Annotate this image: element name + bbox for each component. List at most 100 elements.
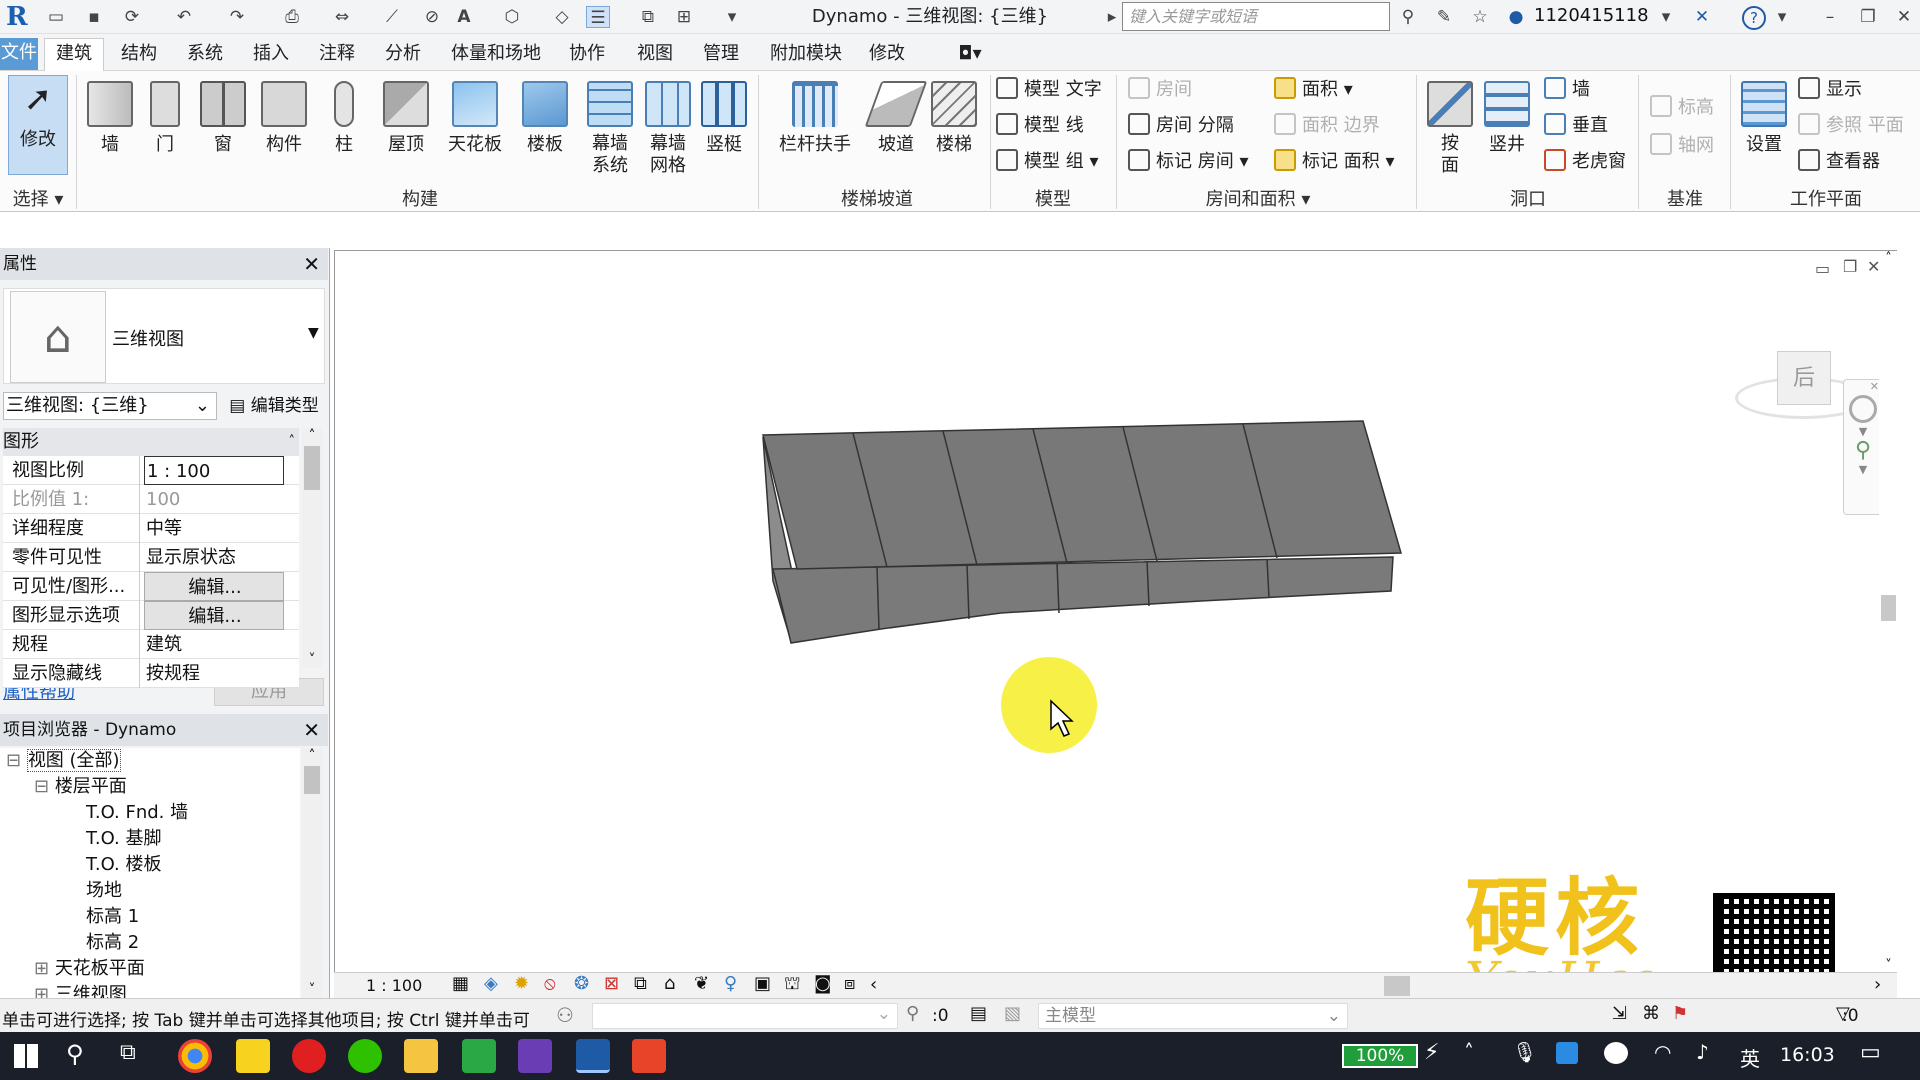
title-arrow-icon[interactable]: ▸	[1100, 6, 1124, 28]
browser-scrollbar[interactable]: ˄ ˅	[302, 748, 322, 998]
measure-icon[interactable]: ⇔	[330, 6, 354, 28]
canvas-scroll-down-icon[interactable]: ˅	[1879, 958, 1898, 973]
wifi-icon[interactable]: ◠	[1654, 1040, 1671, 1064]
volume-icon[interactable]: ♪	[1696, 1040, 1709, 1064]
tab-annotate[interactable]: 注释	[312, 39, 362, 69]
canvas-vscrollbar[interactable]: ˄ ˅	[1879, 251, 1898, 973]
restore-icon[interactable]: ❐	[1856, 6, 1880, 28]
browser-tree-item[interactable]: 场地	[86, 878, 122, 904]
railing-button[interactable]: 栏杆扶手	[770, 81, 860, 157]
room-separator-button[interactable]: 房间 分隔	[1128, 111, 1234, 141]
section-graphics-header[interactable]: 图形 ˄	[3, 428, 299, 456]
section-icon[interactable]: ◇	[550, 6, 574, 28]
tab-insert[interactable]: 插入	[246, 39, 296, 69]
revit-taskbar-icon[interactable]	[576, 1039, 610, 1073]
vertical-opening-button[interactable]: 垂直	[1544, 111, 1608, 141]
tab-structure[interactable]: 结构	[114, 39, 164, 69]
tab-view[interactable]: 视图	[630, 39, 680, 69]
wheel-dropdown-icon[interactable]: ▼	[1844, 425, 1882, 438]
notification-icon[interactable]: ▭	[1860, 1040, 1881, 1065]
worksharing-icon[interactable]: ⛫	[784, 973, 801, 997]
hscroll-left-icon[interactable]: ‹	[870, 974, 877, 995]
zoom-dropdown-icon[interactable]: ▼	[1844, 463, 1882, 476]
design-option-dropdown[interactable]: 主模型 ⌄	[1038, 1003, 1348, 1029]
select-pinned-icon[interactable]: ⚑	[1672, 1003, 1688, 1024]
wechat-icon[interactable]	[348, 1039, 382, 1073]
temp-hide-icon[interactable]: ❦	[694, 973, 709, 994]
minimize-icon[interactable]: –	[1818, 6, 1842, 28]
sync-icon[interactable]: ⟳	[120, 6, 144, 28]
roof-button[interactable]: 屋顶	[378, 81, 434, 157]
property-edit-button[interactable]: 编辑...	[144, 572, 284, 601]
undo-icon[interactable]: ↶	[172, 6, 196, 28]
component-button[interactable]: 构件	[256, 81, 312, 157]
close-icon[interactable]: ✕	[1892, 6, 1916, 28]
wall-opening-button[interactable]: 墙	[1544, 75, 1590, 105]
viewcube[interactable]: 后	[1735, 341, 1871, 431]
thin-lines-icon[interactable]: ☰	[586, 6, 610, 28]
set-workplane-button[interactable]: 设置	[1736, 81, 1792, 157]
room-button[interactable]: 房间	[1128, 75, 1192, 105]
curtain-system-button[interactable]: 幕墙 系统	[580, 81, 640, 177]
browser-tree-item[interactable]: T.O. 楼板	[86, 852, 161, 878]
group-select-label[interactable]: 选择 ▾	[6, 185, 70, 211]
shadows-icon[interactable]: ⦸	[544, 973, 556, 994]
save-icon[interactable]: ▪	[82, 6, 106, 28]
workset-dropdown[interactable]: ⌄	[592, 1003, 898, 1029]
file-explorer-icon[interactable]	[404, 1039, 438, 1073]
tab-modify[interactable]: 修改	[862, 39, 912, 69]
editable-only-icon[interactable]: ▤	[970, 1003, 987, 1024]
tray-expand-icon[interactable]: ˄	[1464, 1040, 1474, 1064]
wall-button[interactable]: 墙	[82, 81, 138, 157]
canvas-scroll-up-icon[interactable]: ˄	[1879, 251, 1898, 266]
crop-icon[interactable]: ⊠	[604, 973, 619, 994]
type-dropdown-icon[interactable]: ▼	[308, 325, 319, 341]
3d-view-icon[interactable]: ⬡	[500, 6, 524, 28]
help-button[interactable]: ?	[1742, 6, 1766, 30]
input-language[interactable]: 英	[1740, 1043, 1760, 1072]
stair-button[interactable]: 楼梯	[924, 81, 984, 157]
ramp-button[interactable]: 坡道	[864, 81, 928, 157]
ceiling-button[interactable]: 天花板	[440, 81, 510, 157]
start-icon[interactable]	[14, 1044, 38, 1068]
binoculars-icon[interactable]: ⚲	[1396, 6, 1420, 28]
tab-architecture[interactable]: 建筑	[44, 38, 104, 72]
temp-props-icon[interactable]: ▣	[754, 973, 771, 994]
print-icon[interactable]: ⎙	[280, 6, 304, 28]
tab-systems[interactable]: 系统	[180, 39, 230, 69]
ref-plane-button[interactable]: 参照 平面	[1798, 111, 1904, 141]
zoom-icon[interactable]: ⚲	[1844, 438, 1882, 463]
shaft-button[interactable]: 竖井	[1480, 81, 1534, 157]
property-edit-button[interactable]: 编辑...	[144, 601, 284, 630]
property-value[interactable]: 1 : 100	[144, 456, 284, 485]
visual-style-icon[interactable]: ◈	[484, 973, 498, 994]
nav-close-icon[interactable]: ✕	[1844, 380, 1882, 393]
dimension-icon[interactable]: ⟋	[380, 6, 404, 28]
tag-icon[interactable]: ⊘	[420, 6, 444, 28]
user-dropdown-icon[interactable]: ▾	[1654, 6, 1678, 28]
exchange-icon[interactable]: ✕	[1690, 6, 1714, 28]
text-icon[interactable]: A	[452, 6, 476, 28]
lock-view-icon[interactable]: ⌂	[664, 973, 675, 994]
model-text-button[interactable]: 模型 文字	[996, 75, 1102, 105]
browser-close-icon[interactable]: ✕	[303, 714, 320, 746]
redo-icon[interactable]: ↷	[225, 6, 249, 28]
grid-button[interactable]: 轴网	[1650, 131, 1714, 161]
app-tray-icon[interactable]	[1556, 1042, 1578, 1064]
tab-massing[interactable]: 体量和场地	[446, 39, 546, 69]
expand-node-icon[interactable]: ⊞	[34, 958, 55, 979]
roof-model[interactable]	[335, 251, 1565, 973]
hscroll-right-icon[interactable]: ›	[1874, 974, 1881, 995]
group-rooms-label[interactable]: 房间和面积 ▾	[1118, 185, 1398, 211]
detail-level-icon[interactable]: ▦	[452, 973, 469, 994]
design-options-icon[interactable]: ▧	[1004, 1003, 1021, 1024]
curtain-grid-button[interactable]: 幕墙 网格	[638, 81, 698, 177]
press-drag-icon[interactable]: ⚲	[906, 1003, 919, 1024]
collapse-node-icon[interactable]: ⊟	[34, 776, 55, 797]
browser-tree-item[interactable]: T.O. Fnd. 墙	[86, 800, 188, 826]
area-boundary-button[interactable]: 面积 边界	[1274, 111, 1380, 141]
door-button[interactable]: 门	[140, 81, 190, 157]
browser-tree-item[interactable]: ⊟ 楼层平面	[34, 774, 127, 800]
mullion-button[interactable]: 竖梃	[696, 81, 752, 157]
chrome-icon[interactable]	[178, 1039, 212, 1073]
